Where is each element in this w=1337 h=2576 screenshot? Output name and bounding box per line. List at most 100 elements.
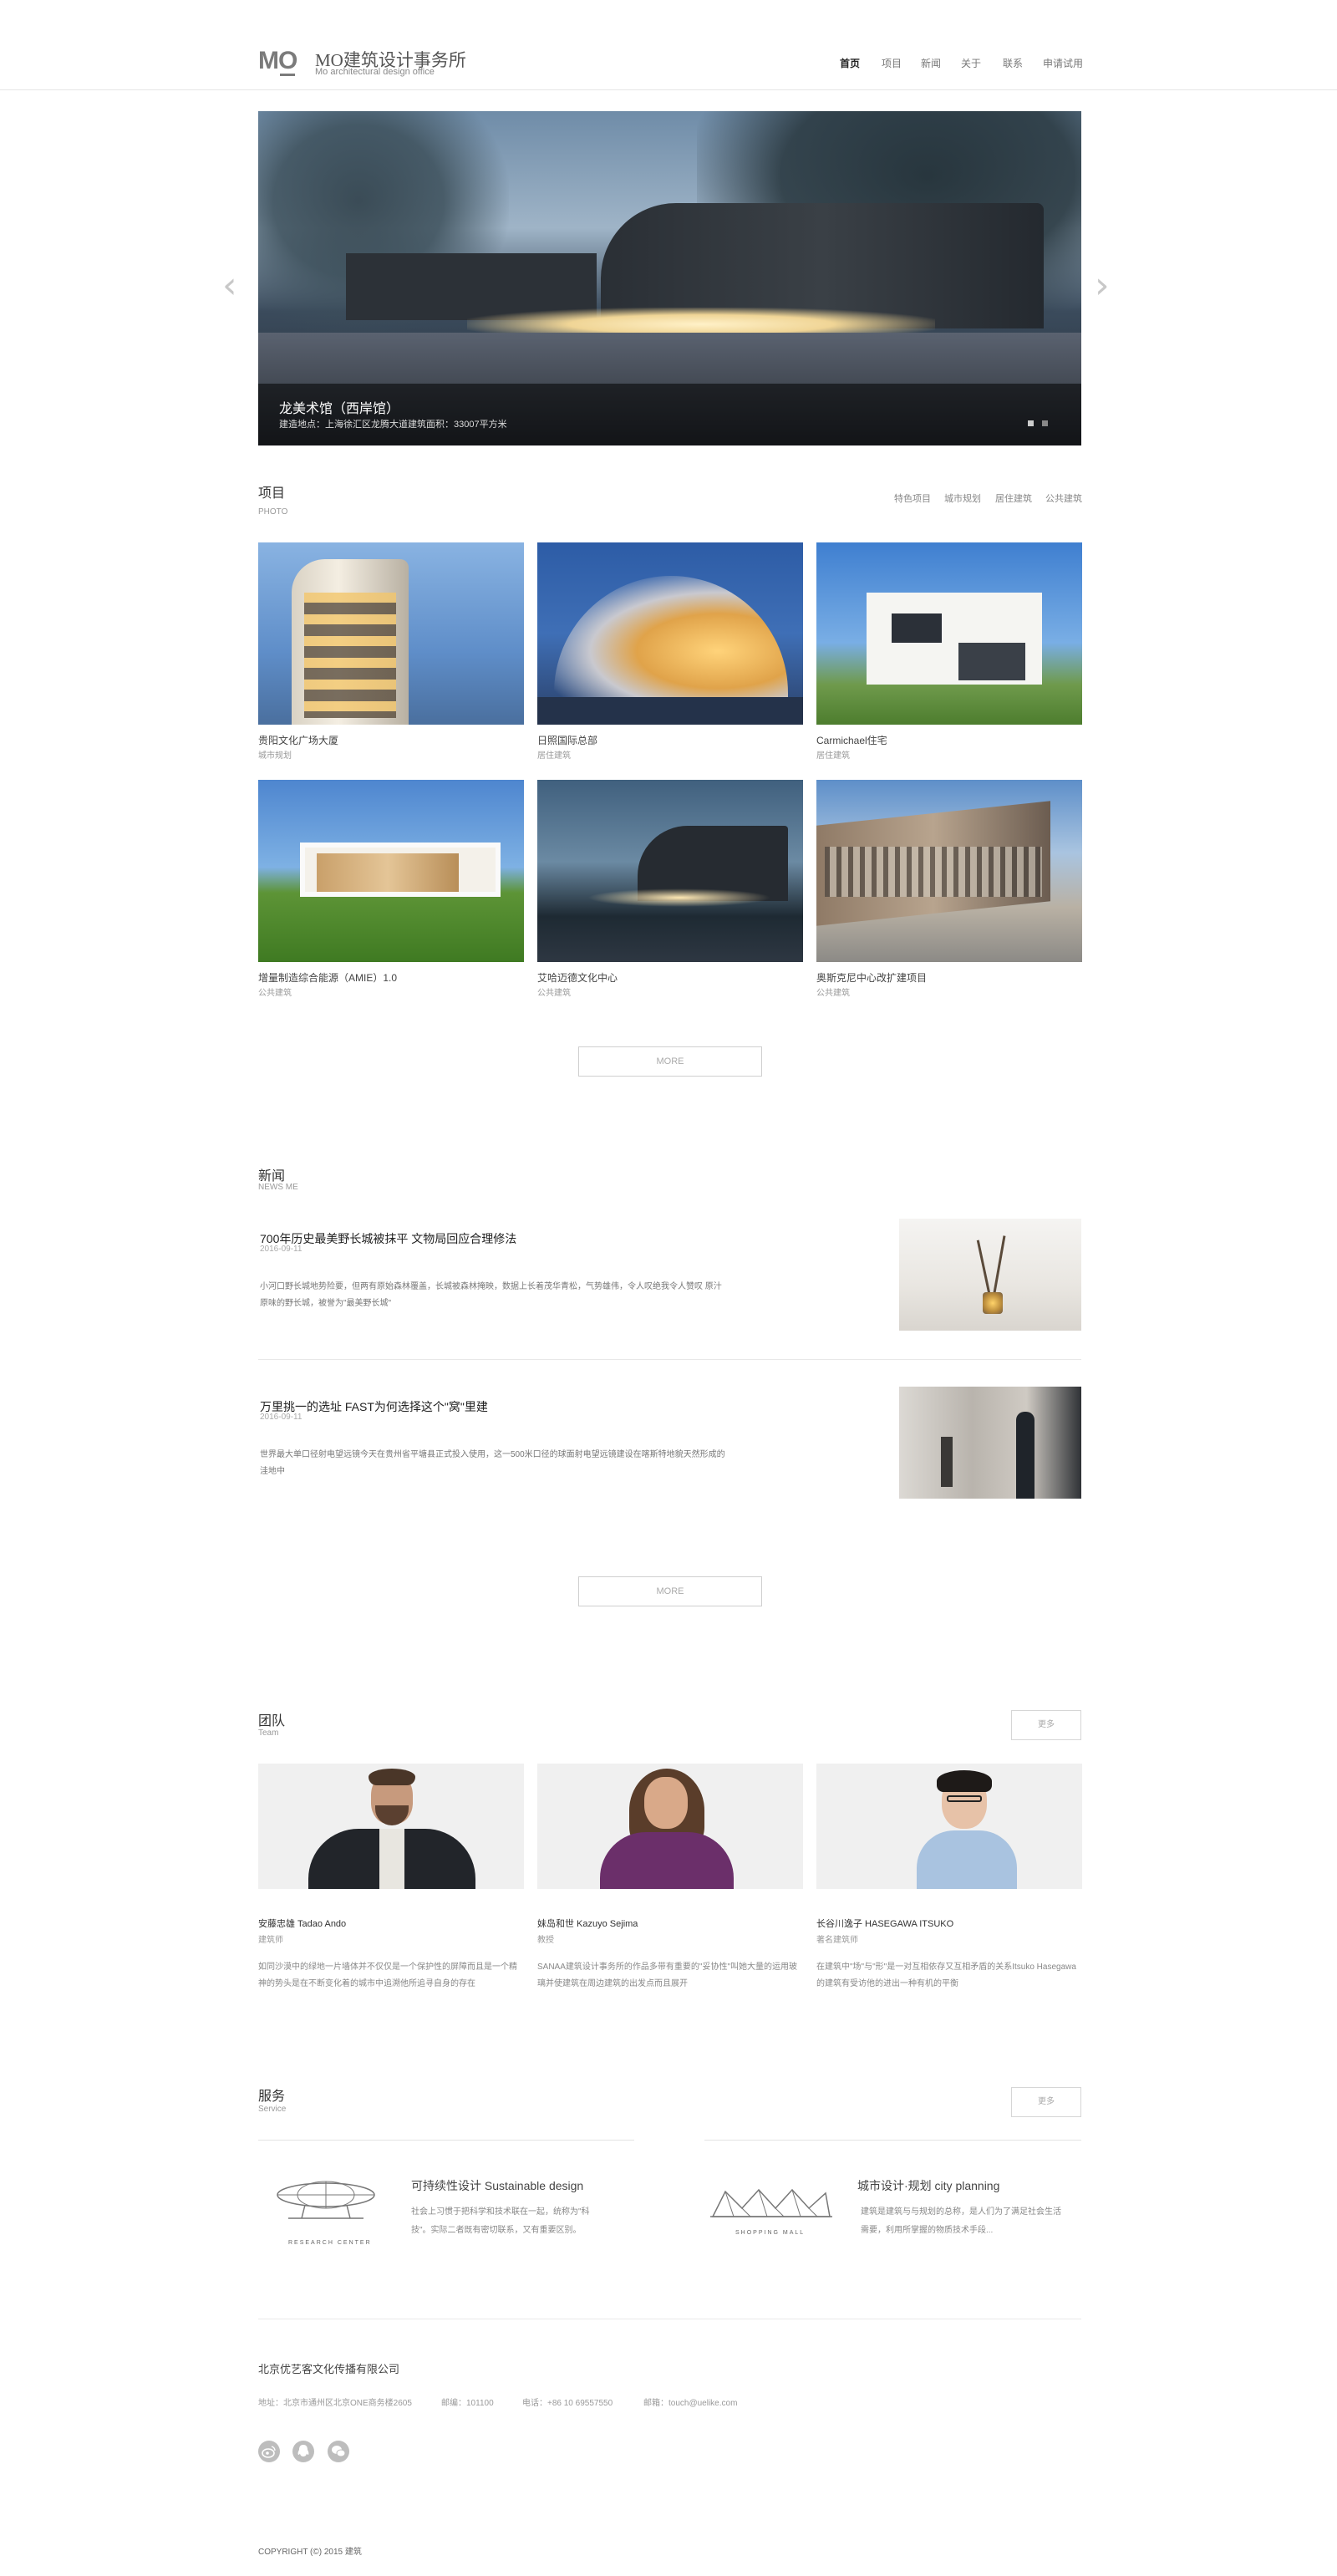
copyright: COPYRIGHT (©) 2015 建筑 <box>258 2548 362 2557</box>
nav-contact[interactable]: 联系 <box>1003 56 1023 70</box>
service-icon-caption: RESEARCH CENTER <box>288 2240 372 2246</box>
nav-about[interactable]: 关于 <box>961 56 981 70</box>
carousel-next-arrow[interactable]: › <box>1095 267 1110 304</box>
team-subtitle: Team <box>258 1728 279 1738</box>
service-desc: 社会上习惯于把科学和技术联在一起，统称为"科技"。实际二者既有密切联系，又有重要… <box>411 2207 590 2235</box>
carousel-dot[interactable] <box>1028 420 1034 426</box>
member-desc: 如同沙漠中的绿地一片墙体并不仅仅是一个保护性的屏障而且是一个精神的势头是在不断变… <box>258 1963 517 1988</box>
news-item-image[interactable] <box>899 1387 1081 1499</box>
news-item-body: 世界最大单口径射电望远镜今天在贵州省平塘县正式投入使用，这一500米口径的球面射… <box>260 1450 725 1476</box>
projects-subtitle: PHOTO <box>258 507 288 517</box>
shopping-mall-icon <box>710 2188 832 2217</box>
project-image[interactable] <box>816 542 1082 725</box>
news-divider <box>258 1359 1081 1360</box>
project-category: 居住建筑 <box>537 751 571 761</box>
service-icon-caption: SHOPPING MALL <box>735 2230 806 2236</box>
footer-email[interactable]: 邮箱：touch@uelike.com <box>643 2395 737 2408</box>
footer-address: 地址：北京市通州区北京ONE商务楼2605 <box>258 2399 412 2408</box>
footer-postcode: 邮编：101100 <box>441 2399 494 2408</box>
company-name: 北京优艺客文化传播有限公司 <box>258 2363 400 2375</box>
project-category: 公共建筑 <box>816 989 850 998</box>
projects-more-button[interactable]: MORE <box>578 1046 762 1077</box>
member-name: 安藤忠雄 Tadao Ando <box>258 1919 347 1929</box>
service-divider <box>704 2140 1081 2141</box>
member-photo[interactable] <box>258 1764 524 1889</box>
project-name: 贵阳文化广场大厦 <box>258 735 339 746</box>
project-name: 日照国际总部 <box>537 735 598 746</box>
project-card[interactable]: 贵阳文化广场大厦 城市规划 <box>258 542 524 761</box>
member-role: 教授 <box>537 1936 554 1945</box>
project-image[interactable] <box>258 780 524 962</box>
project-category: 公共建筑 <box>537 989 571 998</box>
brand-subtitle: Mo architectural design office <box>315 67 435 77</box>
services-more-button[interactable]: 更多 <box>1011 2087 1081 2117</box>
projects-title: 项目 <box>258 486 286 501</box>
nav-apply-trial[interactable]: 申请试用 <box>1043 56 1083 70</box>
carousel-dots <box>1019 415 1048 430</box>
services-title: 服务 <box>258 2090 286 2104</box>
member-desc: SANAA建筑设计事务所的作品多带有重要的"妥协性"叫她大量的运用玻璃并使建筑在… <box>537 1963 798 1988</box>
nav-news[interactable]: 新闻 <box>921 56 941 70</box>
news-item-image[interactable] <box>899 1219 1081 1331</box>
team-member[interactable]: 长谷川逸子 HASEGAWA ITSUKO 著名建筑师 在建筑中"场"与"形"是… <box>816 1764 1082 1993</box>
project-name: 艾哈迈德文化中心 <box>537 972 618 984</box>
team-member[interactable]: 安藤忠雄 Tadao Ando 建筑师 如同沙漠中的绿地一片墙体并不仅仅是一个保… <box>258 1764 524 1993</box>
project-card[interactable]: 奥斯克尼中心改扩建项目 公共建筑 <box>816 780 1082 998</box>
hero-subtitle: 建造地点：上海徐汇区龙腾大道建筑面积：33007平方米 <box>279 420 507 430</box>
filter-featured[interactable]: 特色项目 <box>894 491 931 505</box>
project-name: Carmichael住宅 <box>816 735 887 746</box>
member-role: 著名建筑师 <box>816 1936 858 1945</box>
project-category: 公共建筑 <box>258 989 292 998</box>
hero-title: 龙美术馆（西岸馆） <box>279 402 400 416</box>
site-header: MO MO建筑设计事务所 Mo architectural design off… <box>0 0 1337 90</box>
service-title[interactable]: 可持续性设计 Sustainable design <box>411 2177 583 2194</box>
carousel-dot[interactable] <box>1042 420 1048 426</box>
news-title: 新闻 <box>258 1169 286 1184</box>
hero-carousel[interactable]: 龙美术馆（西岸馆） 建造地点：上海徐汇区龙腾大道建筑面积：33007平方米 <box>258 111 1081 445</box>
project-name: 增量制造综合能源（AMIE）1.0 <box>258 972 398 984</box>
team-title: 团队 <box>258 1714 286 1728</box>
research-center-icon <box>277 2181 375 2219</box>
news-item-body: 小河口野长城地势险要，但两有原始森林覆盖，长城被森林掩映，数据上长着茂华青松，气… <box>260 1282 722 1308</box>
project-category: 居住建筑 <box>816 751 850 761</box>
nav-home[interactable]: 首页 <box>840 56 860 70</box>
project-category: 城市规划 <box>258 751 292 761</box>
services-subtitle: Service <box>258 2105 287 2114</box>
project-image[interactable] <box>258 542 524 725</box>
nav-projects[interactable]: 项目 <box>882 56 902 70</box>
logo-mark[interactable]: MO <box>258 48 297 76</box>
team-member[interactable]: 妹岛和世 Kazuyo Sejima 教授 SANAA建筑设计事务所的作品多带有… <box>537 1764 803 1993</box>
filter-urban-planning[interactable]: 城市规划 <box>944 491 981 505</box>
member-desc: 在建筑中"场"与"形"是一对互相依存又互相矛盾的关系Itsuko Hasegaw… <box>816 1963 1076 1988</box>
project-card[interactable]: 日照国际总部 居住建筑 <box>537 542 803 761</box>
qq-icon[interactable] <box>292 2441 314 2462</box>
member-photo[interactable] <box>816 1764 1082 1889</box>
member-role: 建筑师 <box>258 1936 283 1945</box>
member-photo[interactable] <box>537 1764 803 1889</box>
filter-residential[interactable]: 居住建筑 <box>995 491 1032 505</box>
project-image[interactable] <box>537 542 803 725</box>
service-title[interactable]: 城市设计·规划 city planning <box>857 2177 999 2194</box>
news-more-button[interactable]: MORE <box>578 1576 762 1606</box>
project-card[interactable]: 艾哈迈德文化中心 公共建筑 <box>537 780 803 998</box>
news-subtitle: NEWS ME <box>258 1183 298 1192</box>
service-desc: 建筑是建筑与与规划的总称，是人们为了满足社会生活需要，利用所掌握的物质技术手段.… <box>861 2207 1061 2235</box>
member-name: 长谷川逸子 HASEGAWA ITSUKO <box>816 1919 954 1929</box>
weibo-icon[interactable] <box>258 2441 280 2462</box>
team-more-button[interactable]: 更多 <box>1011 1710 1081 1740</box>
carousel-prev-arrow[interactable]: ‹ <box>222 267 237 304</box>
project-image[interactable] <box>816 780 1082 962</box>
news-item-date: 2016-09-11 <box>260 1245 302 1254</box>
news-item[interactable]: 700年历史最美野长城被抹平 文物局回应合理修法 2016-09-11 小河口野… <box>258 1219 1081 1331</box>
project-card[interactable]: 增量制造综合能源（AMIE）1.0 公共建筑 <box>258 780 524 998</box>
member-name: 妹岛和世 Kazuyo Sejima <box>537 1919 638 1929</box>
filter-public[interactable]: 公共建筑 <box>1045 491 1082 505</box>
project-name: 奥斯克尼中心改扩建项目 <box>816 972 928 984</box>
wechat-icon[interactable] <box>328 2441 349 2462</box>
footer-phone: 电话：+86 10 69557550 <box>522 2399 613 2408</box>
project-image[interactable] <box>537 780 803 962</box>
news-item-date: 2016-09-11 <box>260 1413 302 1422</box>
service-divider <box>258 2140 634 2141</box>
news-item[interactable]: 万里挑一的选址 FAST为何选择这个"窝"里建 2016-09-11 世界最大单… <box>258 1387 1081 1499</box>
project-card[interactable]: Carmichael住宅 居住建筑 <box>816 542 1082 761</box>
